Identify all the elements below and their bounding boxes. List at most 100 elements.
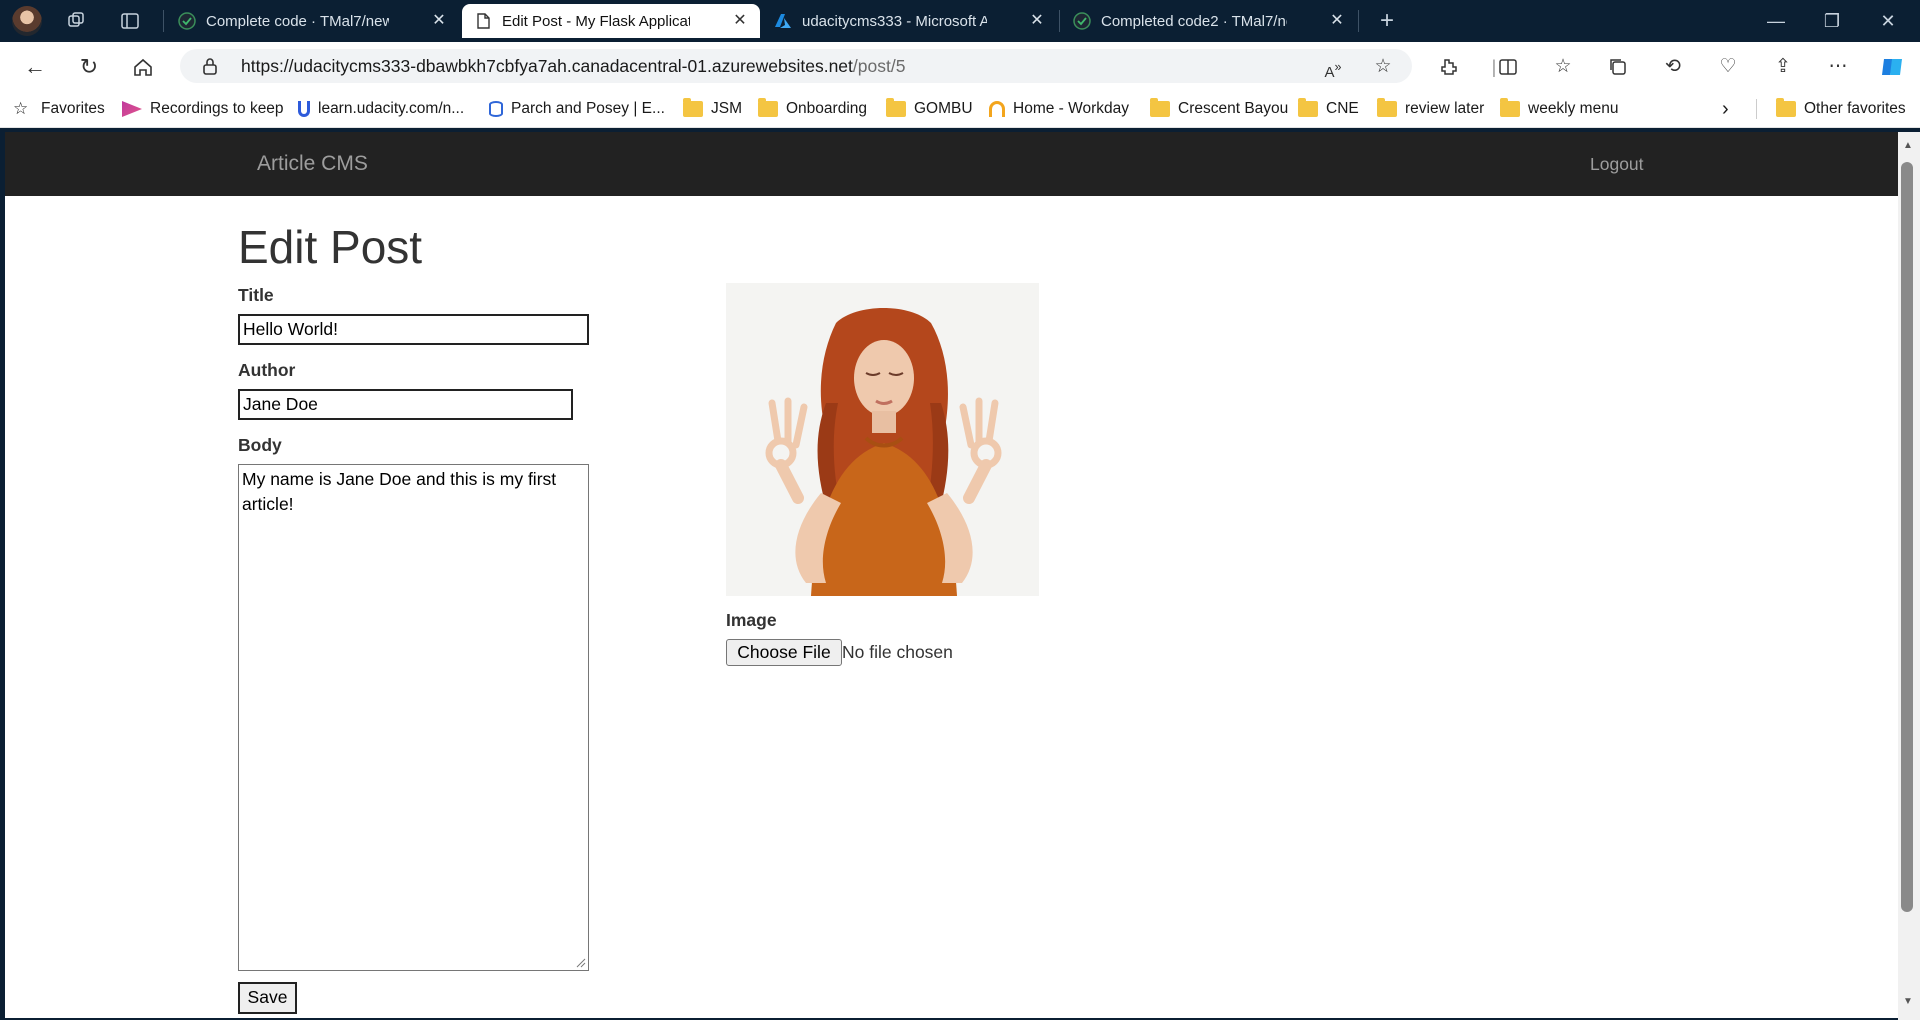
other-favorites[interactable]: Other favorites	[1776, 98, 1906, 120]
history-icon[interactable]: ⟲	[1661, 55, 1685, 79]
close-window-icon[interactable]: ✕	[1874, 8, 1902, 34]
brand-link[interactable]: Article CMS	[257, 152, 368, 176]
azure-icon	[775, 14, 791, 28]
favorite-folder-weekly-menu[interactable]: weekly menu	[1500, 98, 1618, 120]
udacity-icon	[298, 101, 310, 117]
favorite-star-icon[interactable]: ☆	[1371, 55, 1395, 79]
workspaces-icon[interactable]	[64, 9, 88, 33]
favorite-folder-review-later[interactable]: review later	[1377, 98, 1484, 120]
resize-handle-icon[interactable]	[576, 958, 586, 968]
favorite-folder-jsm[interactable]: JSM	[683, 98, 742, 120]
profile-avatar[interactable]	[12, 6, 42, 36]
refresh-icon[interactable]: ↻	[74, 52, 104, 82]
restore-icon[interactable]: ❐	[1818, 8, 1846, 34]
copilot-icon[interactable]	[1880, 55, 1904, 79]
home-icon[interactable]	[128, 52, 158, 82]
favorite-label: Favorites	[41, 100, 105, 117]
image-label: Image	[726, 610, 777, 630]
folder-icon	[1298, 98, 1318, 117]
folder-icon	[1150, 98, 1170, 117]
folder-icon	[886, 98, 906, 117]
scroll-up-icon[interactable]: ▲	[1902, 140, 1914, 152]
star-icon: ☆	[13, 99, 29, 118]
folder-icon	[758, 98, 778, 117]
folder-icon	[1500, 98, 1520, 117]
tab-title: Edit Post - My Flask Application	[502, 12, 690, 30]
tab-separator	[1358, 10, 1359, 32]
chevron-right-icon[interactable]: ›	[1722, 98, 1729, 120]
favorite-folder-cne[interactable]: CNE	[1298, 98, 1359, 120]
author-input[interactable]: Jane Doe	[238, 389, 573, 420]
save-button[interactable]: Save	[238, 982, 297, 1014]
favorite-label: Onboarding	[786, 100, 868, 117]
share-icon[interactable]: ⇪	[1771, 55, 1795, 79]
scroll-down-icon[interactable]: ▼	[1902, 996, 1914, 1008]
app-navbar: Article CMS Logout	[5, 132, 1898, 196]
favorite-folder-onboarding[interactable]: Onboarding	[758, 98, 867, 120]
favorites-list-icon[interactable]: ☆	[1551, 55, 1575, 79]
folder-icon	[1377, 98, 1397, 117]
favorite-udacity[interactable]: learn.udacity.com/n...	[298, 98, 464, 120]
favorite-folder-crescent-bayou[interactable]: Crescent Bayou	[1150, 98, 1288, 120]
body-label: Body	[238, 435, 282, 455]
extensions-icon[interactable]	[1437, 55, 1461, 79]
scrollbar-thumb[interactable]	[1901, 162, 1913, 912]
title-label: Title	[238, 285, 274, 305]
page-title: Edit Post	[238, 221, 423, 273]
author-label: Author	[238, 360, 296, 380]
favorites-button[interactable]: ☆ Favorites	[13, 98, 105, 120]
tab-edit-post[interactable]: Edit Post - My Flask Application ✕	[462, 4, 760, 38]
choose-file-button[interactable]: Choose File	[726, 639, 842, 666]
favorite-workday[interactable]: Home - Workday	[989, 98, 1129, 120]
favorite-label: Crescent Bayou	[1178, 100, 1289, 117]
favorite-label: weekly menu	[1528, 100, 1619, 117]
database-icon	[489, 101, 503, 117]
tab-complete-code[interactable]: Complete code · TMal7/new_daca ✕	[166, 4, 459, 38]
body-text: My name is Jane Doe and this is my first…	[242, 469, 557, 514]
favorite-parch-posey[interactable]: Parch and Posey | E...	[489, 98, 665, 120]
github-icon	[178, 12, 196, 30]
split-screen-icon[interactable]	[1496, 55, 1520, 79]
tab-actions-icon[interactable]	[118, 9, 142, 33]
favorite-label: Parch and Posey | E...	[511, 100, 665, 117]
body-textarea[interactable]: My name is Jane Doe and this is my first…	[238, 464, 589, 971]
read-aloud-icon[interactable]: A»	[1321, 55, 1345, 81]
tab-separator	[163, 10, 164, 32]
lock-icon[interactable]	[200, 56, 220, 76]
new-tab-icon[interactable]: +	[1375, 7, 1399, 34]
tab-separator	[1059, 10, 1060, 32]
favorite-label: GOMBU	[914, 100, 973, 117]
favorite-label: learn.udacity.com/n...	[318, 100, 465, 117]
title-input[interactable]: Hello World!	[238, 314, 589, 345]
no-file-chosen-text: No file chosen	[842, 642, 953, 662]
close-tab-icon[interactable]: ✕	[1027, 11, 1047, 31]
close-tab-icon[interactable]: ✕	[1327, 11, 1347, 31]
tab-azure[interactable]: udacitycms333 - Microsoft Azure ✕	[762, 4, 1057, 38]
favorites-divider	[1756, 99, 1757, 119]
favorite-folder-gombu[interactable]: GOMBU	[886, 98, 973, 120]
tab-completed-code2[interactable]: Completed code2 · TMal7/new_d ✕	[1061, 4, 1357, 38]
favorite-label: Recordings to keep	[150, 100, 284, 117]
favorite-label: CNE	[1326, 100, 1359, 117]
post-image	[726, 283, 1039, 596]
workday-icon	[989, 101, 1005, 117]
more-menu-icon[interactable]: ⋯	[1826, 55, 1850, 79]
minimize-icon[interactable]: —	[1762, 8, 1790, 34]
collections-icon[interactable]	[1606, 55, 1630, 79]
stream-icon	[122, 101, 142, 117]
tab-title: udacitycms333 - Microsoft Azure	[802, 12, 987, 30]
close-tab-icon[interactable]: ✕	[730, 11, 750, 31]
other-favorites-label: Other favorites	[1804, 100, 1906, 117]
browser-essentials-icon[interactable]: ♡	[1716, 55, 1740, 79]
favorite-label: Home - Workday	[1013, 100, 1129, 117]
logout-link[interactable]: Logout	[1590, 154, 1644, 175]
close-tab-icon[interactable]: ✕	[429, 11, 449, 31]
tab-title: Complete code · TMal7/new_daca	[206, 12, 389, 30]
favorite-label: review later	[1405, 100, 1485, 117]
favorite-recordings[interactable]: Recordings to keep	[122, 98, 284, 120]
page-icon	[477, 13, 490, 29]
url-text[interactable]: https://udacitycms333-dbawbkh7cbfya7ah.c…	[241, 56, 905, 77]
page-viewport: Article CMS Logout Edit Post Title Hello…	[5, 132, 1898, 1018]
back-icon[interactable]: ←	[20, 52, 50, 82]
folder-icon	[1776, 98, 1796, 117]
